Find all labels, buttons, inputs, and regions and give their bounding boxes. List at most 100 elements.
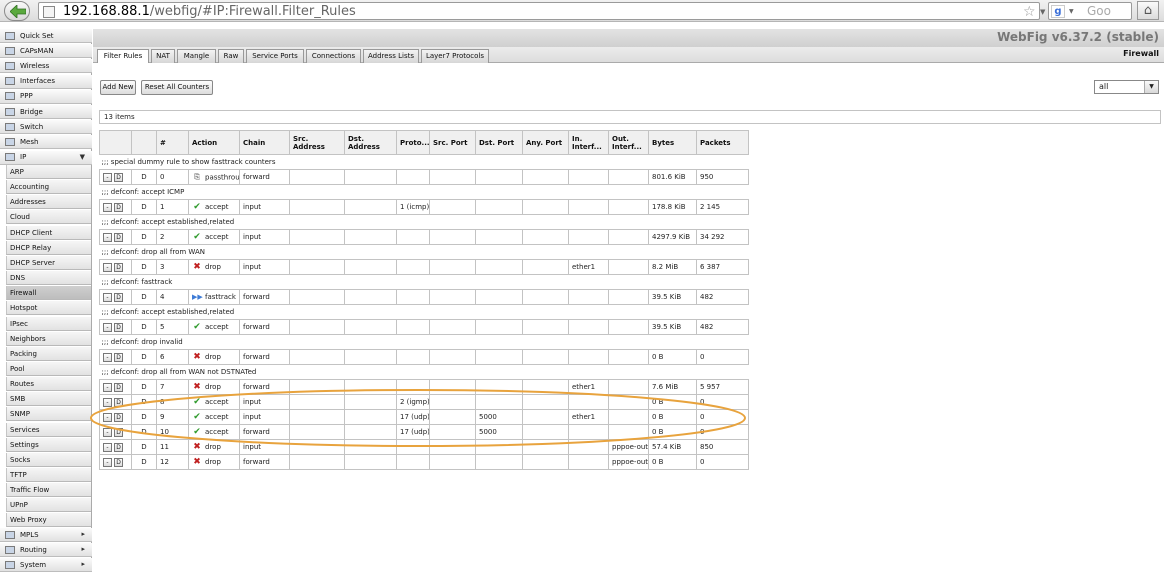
column-header[interactable]: Dst. Port	[475, 130, 523, 155]
sidebar-item-smb[interactable]: SMB	[6, 392, 91, 407]
column-header[interactable]: Proto...	[396, 130, 430, 155]
sidebar-item-ip[interactable]: IP ▼	[0, 150, 92, 165]
remove-rule-button[interactable]: -	[103, 427, 112, 437]
column-header[interactable]: Bytes	[648, 130, 697, 155]
tab-mangle[interactable]: Mangle	[177, 49, 216, 63]
column-header[interactable]: In. Interf...	[568, 130, 609, 155]
tab-connections[interactable]: Connections	[306, 49, 361, 63]
disable-rule-button[interactable]: D	[114, 457, 123, 467]
sidebar-item-ppp[interactable]: PPP	[0, 89, 92, 104]
sidebar-item-hotspot[interactable]: Hotspot	[6, 301, 91, 316]
sidebar-item-socks[interactable]: Socks	[6, 452, 91, 467]
disable-rule-button[interactable]: D	[114, 262, 123, 272]
column-header[interactable]: Out. Interf...	[608, 130, 649, 155]
table-row[interactable]: - D D 9 ✔ accept input 17 (udp) 5000 ether1 0 B0	[99, 409, 749, 425]
table-row[interactable]: - D D 12 ✖ drop forward pppoe-out1 0 B0	[99, 454, 749, 470]
table-row[interactable]: - D D 8 ✔ accept input 2 (igmp) 0 B0	[99, 394, 749, 410]
sidebar-item-settings[interactable]: Settings	[6, 437, 91, 452]
bookmark-star-icon[interactable]: ☆	[1023, 4, 1036, 20]
sidebar-item-snmp[interactable]: SNMP	[6, 407, 91, 422]
search-engine-icon[interactable]: g	[1051, 5, 1065, 18]
sidebar-item-dns[interactable]: DNS	[6, 271, 91, 286]
chevron-right-icon[interactable]: ▸	[81, 560, 85, 568]
sidebar-item-bridge[interactable]: Bridge	[0, 105, 92, 119]
disable-rule-button[interactable]: D	[114, 382, 123, 392]
table-row[interactable]: - D D 5 ✔ accept forward 39.5 KiB 482	[99, 319, 749, 335]
tab-address-lists[interactable]: Address Lists	[363, 49, 419, 63]
add-new-button[interactable]: Add New	[100, 80, 136, 95]
sidebar-item-system[interactable]: System ▸	[0, 558, 92, 572]
sidebar-item-routing[interactable]: Routing ▸	[0, 543, 92, 558]
tab-filter-rules[interactable]: Filter Rules	[97, 49, 149, 64]
table-row[interactable]: - D D 7 ✖ drop forward ether1 7.6 MiB 5 957	[99, 379, 749, 395]
column-header[interactable]: Src. Port	[429, 130, 476, 155]
disable-rule-button[interactable]: D	[114, 322, 123, 332]
sidebar-item-mesh[interactable]: Mesh	[0, 135, 92, 150]
sidebar-item-firewall[interactable]: Firewall	[6, 286, 91, 301]
disable-rule-button[interactable]: D	[114, 412, 123, 422]
column-header[interactable]: Action	[188, 130, 240, 155]
sidebar-item-arp[interactable]: ARP	[6, 165, 91, 179]
sidebar-item-routes[interactable]: Routes	[6, 377, 91, 392]
sidebar-item-capsman[interactable]: CAPsMAN	[0, 44, 92, 59]
chevron-down-icon[interactable]: ▼	[1144, 81, 1158, 93]
sidebar-item-pool[interactable]: Pool	[6, 361, 91, 376]
remove-rule-button[interactable]: -	[103, 292, 112, 302]
sidebar-item-neighbors[interactable]: Neighbors	[6, 331, 91, 346]
search-box[interactable]: g ▼ Goo	[1048, 2, 1132, 20]
home-button[interactable]: ⌂	[1137, 1, 1159, 20]
remove-rule-button[interactable]: -	[103, 232, 112, 242]
sidebar-item-quick-set[interactable]: Quick Set	[0, 29, 92, 43]
remove-rule-button[interactable]: -	[103, 442, 112, 452]
sidebar-item-upnp[interactable]: UPnP	[6, 498, 91, 513]
table-row[interactable]: - D D 3 ✖ drop input ether1 8.2 MiB 6 387	[99, 259, 749, 275]
sidebar-item-dhcp-relay[interactable]: DHCP Relay	[6, 240, 91, 255]
sidebar-item-interfaces[interactable]: Interfaces	[0, 74, 92, 89]
tab-nat[interactable]: NAT	[151, 49, 175, 63]
remove-rule-button[interactable]: -	[103, 457, 112, 467]
column-header[interactable]: Packets	[696, 130, 749, 155]
tab-raw[interactable]: Raw	[218, 49, 244, 63]
sidebar-item-accounting[interactable]: Accounting	[6, 180, 91, 195]
filter-select[interactable]: all ▼	[1094, 80, 1159, 94]
sidebar-item-cloud[interactable]: Cloud	[6, 210, 91, 225]
remove-rule-button[interactable]: -	[103, 262, 112, 272]
column-header[interactable]	[99, 130, 132, 155]
disable-rule-button[interactable]: D	[114, 352, 123, 362]
address-bar[interactable]: 192.168.88.1/webfig/#IP:Firewall.Filter_…	[38, 2, 1069, 21]
remove-rule-button[interactable]: -	[103, 382, 112, 392]
table-row[interactable]: - D D 0 ⎘ passthrou forward 801.6 KiB 950	[99, 169, 749, 185]
remove-rule-button[interactable]: -	[103, 412, 112, 422]
column-header[interactable]: #	[156, 130, 189, 155]
disable-rule-button[interactable]: D	[114, 397, 123, 407]
disable-rule-button[interactable]: D	[114, 427, 123, 437]
remove-rule-button[interactable]: -	[103, 397, 112, 407]
table-row[interactable]: - D D 2 ✔ accept input 4297.9 KiB 34 292	[99, 229, 749, 245]
remove-rule-button[interactable]: -	[103, 322, 112, 332]
search-engine-dropdown-icon[interactable]: ▼	[1069, 8, 1074, 15]
table-row[interactable]: - D D 10 ✔ accept forward 17 (udp) 5000 0 B0	[99, 424, 749, 440]
sidebar-item-addresses[interactable]: Addresses	[6, 195, 91, 210]
tab-service-ports[interactable]: Service Ports	[246, 49, 304, 63]
column-header[interactable]: Dst. Address	[344, 130, 397, 155]
remove-rule-button[interactable]: -	[103, 172, 112, 182]
tab-layer7-protocols[interactable]: Layer7 Protocols	[421, 49, 489, 63]
back-button[interactable]	[4, 1, 30, 21]
column-header[interactable]: Src. Address	[289, 130, 345, 155]
table-row[interactable]: - D D 1 ✔ accept input 1 (icmp) 178.8 KiB 2 145	[99, 199, 749, 215]
sidebar-item-wireless[interactable]: Wireless	[0, 59, 92, 74]
table-row[interactable]: - D D 11 ✖ drop input pppoe-out1 57.4 KiB 850	[99, 439, 749, 455]
chevron-right-icon[interactable]: ▸	[81, 530, 85, 538]
sidebar-item-dhcp-client[interactable]: DHCP Client	[6, 225, 91, 240]
remove-rule-button[interactable]: -	[103, 352, 112, 362]
sidebar-item-switch[interactable]: Switch	[0, 120, 92, 135]
table-row[interactable]: - D D 6 ✖ drop forward 0 B0	[99, 349, 749, 365]
chevron-right-icon[interactable]: ▸	[81, 545, 85, 553]
column-header[interactable]: Any. Port	[522, 130, 569, 155]
sidebar-item-tftp[interactable]: TFTP	[6, 468, 91, 482]
sidebar-item-web-proxy[interactable]: Web Proxy	[6, 513, 91, 528]
remove-rule-button[interactable]: -	[103, 202, 112, 212]
sidebar-item-packing[interactable]: Packing	[6, 346, 91, 361]
table-row[interactable]: - D D 4 ▶▶ fasttrack forward 39.5 KiB 482	[99, 289, 749, 305]
sidebar-item-traffic-flow[interactable]: Traffic Flow	[6, 483, 91, 498]
